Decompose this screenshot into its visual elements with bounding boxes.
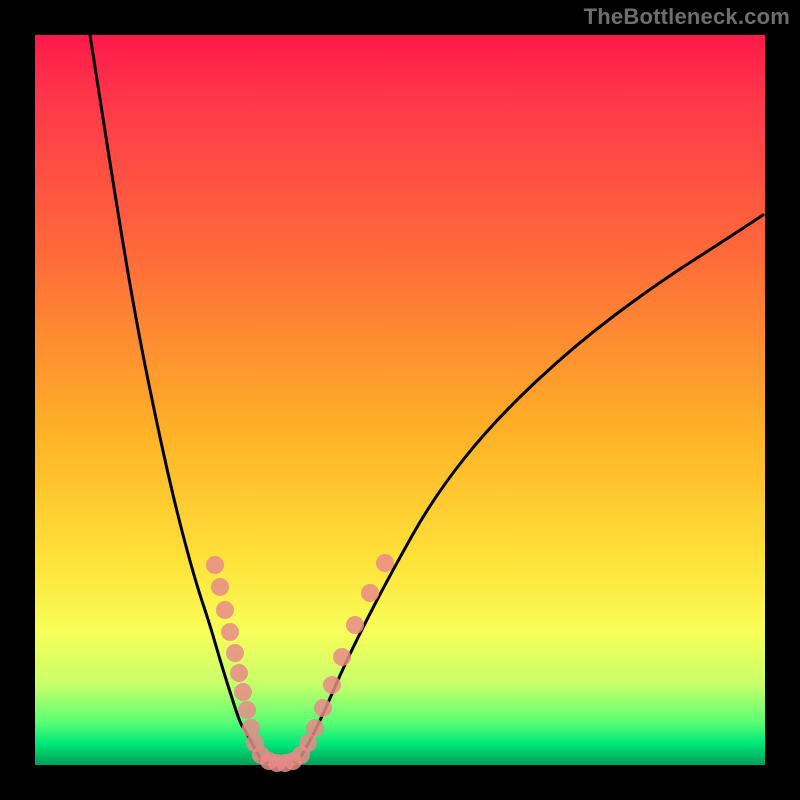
plot-overlay (35, 35, 765, 765)
chart-frame: TheBottleneck.com (0, 0, 800, 800)
data-point-marker (216, 601, 234, 619)
data-point-marker (376, 554, 394, 572)
data-point-markers (206, 554, 394, 772)
curve-right-branch (297, 215, 763, 763)
data-point-marker (361, 584, 379, 602)
data-point-marker (333, 648, 351, 666)
data-point-marker (323, 676, 341, 694)
data-point-marker (346, 616, 364, 634)
data-point-marker (211, 578, 229, 596)
data-point-marker (306, 719, 324, 737)
watermark-text: TheBottleneck.com (584, 4, 790, 30)
data-point-marker (234, 683, 252, 701)
data-point-marker (221, 623, 239, 641)
data-point-marker (206, 556, 224, 574)
data-point-marker (226, 644, 244, 662)
data-point-marker (314, 699, 332, 717)
data-point-marker (230, 664, 248, 682)
data-point-marker (238, 701, 256, 719)
